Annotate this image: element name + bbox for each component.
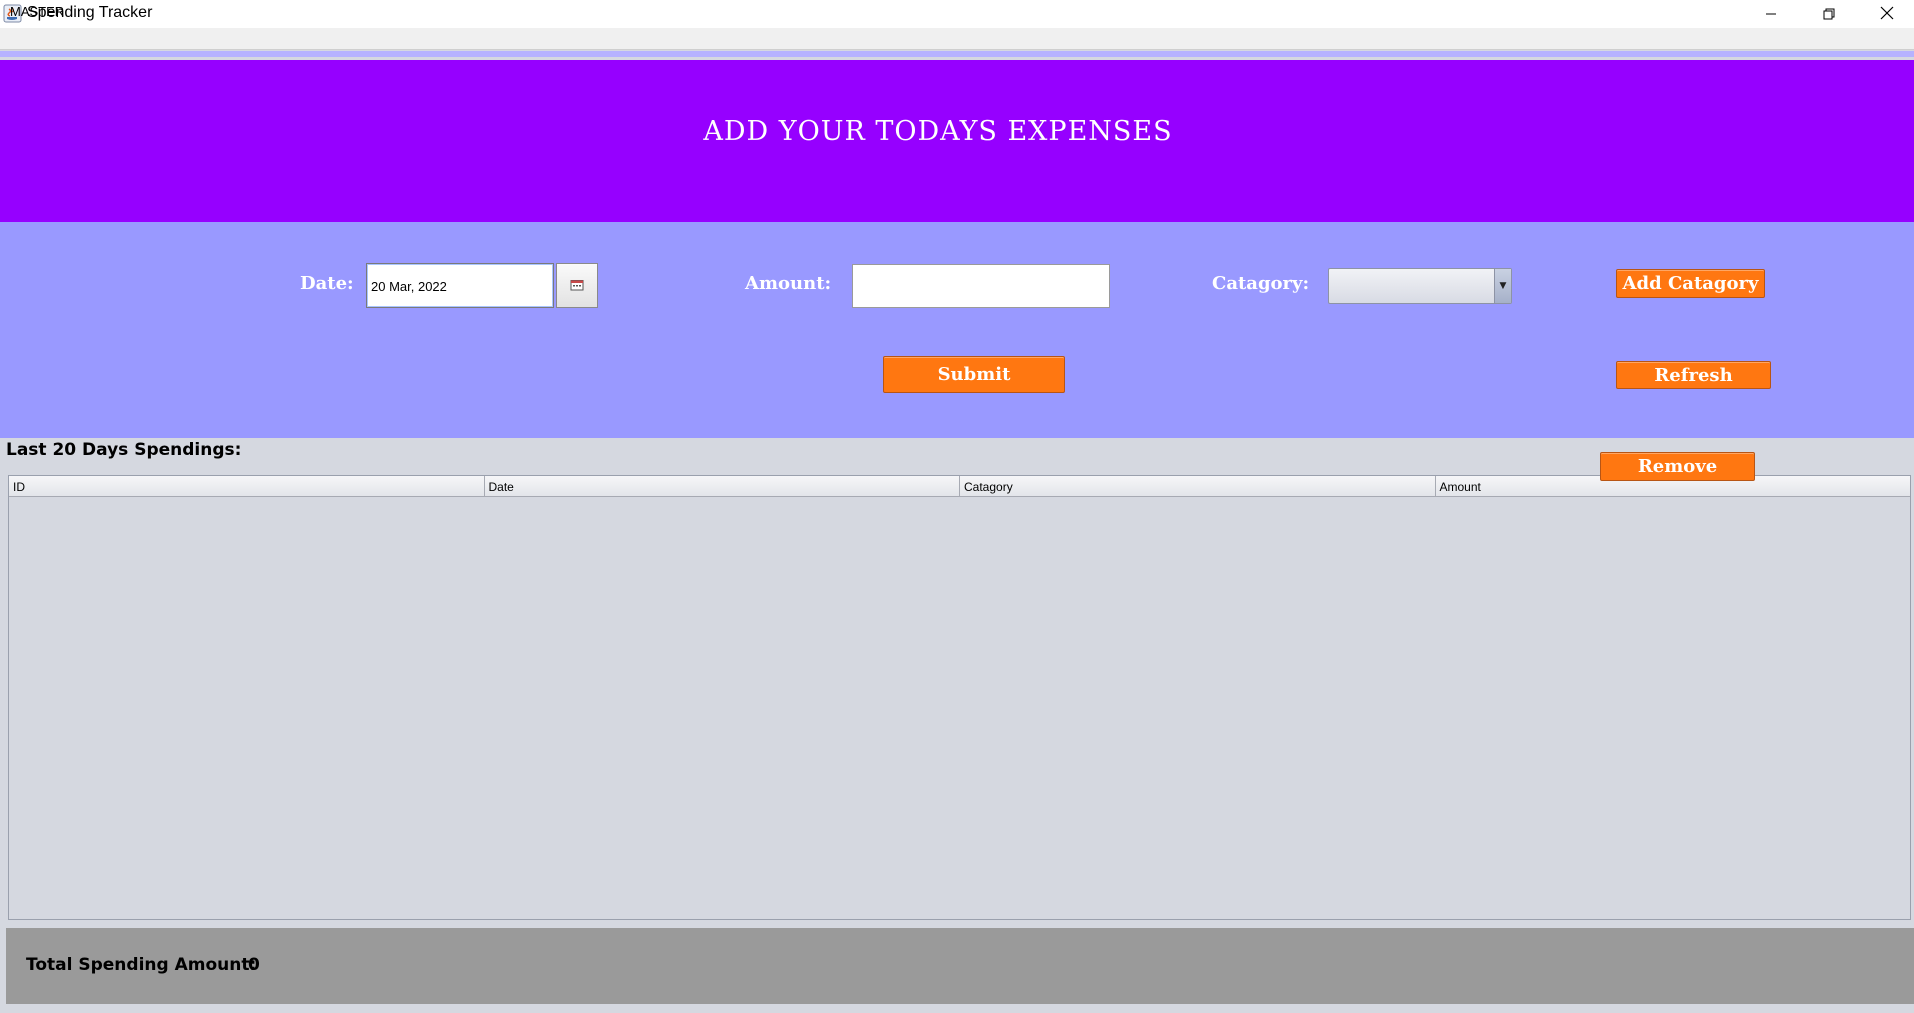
submit-button[interactable]: Submit <box>883 356 1065 393</box>
table-caption: Last 20 Days Spendings: <box>6 440 242 460</box>
divider <box>0 51 1914 57</box>
total-label: Total Spending Amount: <box>26 955 257 975</box>
column-header-category[interactable]: Catagory <box>960 476 1436 496</box>
amount-label: Amount: <box>745 273 832 294</box>
chevron-down-icon[interactable]: ▼ <box>1494 269 1511 303</box>
minimize-button[interactable] <box>1742 0 1800 28</box>
refresh-button[interactable]: Refresh <box>1616 361 1771 389</box>
category-label: Catagory: <box>1212 273 1310 294</box>
restore-icon <box>1823 5 1835 24</box>
spendings-table[interactable] <box>8 475 1911 920</box>
close-icon <box>1880 5 1894 24</box>
close-button[interactable] <box>1858 0 1914 28</box>
add-category-button[interactable]: Add Catagory <box>1616 269 1765 298</box>
category-select[interactable] <box>1328 268 1512 304</box>
page-title: ADD YOUR TODAYS EXPENSES <box>703 116 1173 147</box>
remove-button[interactable]: Remove <box>1600 452 1755 481</box>
date-field[interactable]: 20 Mar, 2022 <box>366 263 554 308</box>
footer-panel <box>6 928 1914 1004</box>
expense-form-panel <box>0 222 1914 438</box>
title-bar <box>0 0 1914 28</box>
restore-button[interactable] <box>1800 0 1858 28</box>
total-value: 0 <box>248 955 260 975</box>
menu-bar <box>0 28 1914 50</box>
amount-input[interactable] <box>852 264 1110 308</box>
column-header-date[interactable]: Date <box>485 476 960 496</box>
date-label: Date: <box>300 273 354 294</box>
menu-item-master[interactable]: MASTER <box>10 4 64 19</box>
calendar-icon <box>570 276 584 295</box>
column-header-id[interactable]: ID <box>9 476 485 496</box>
minimize-icon <box>1765 5 1777 24</box>
calendar-button[interactable] <box>556 263 598 308</box>
